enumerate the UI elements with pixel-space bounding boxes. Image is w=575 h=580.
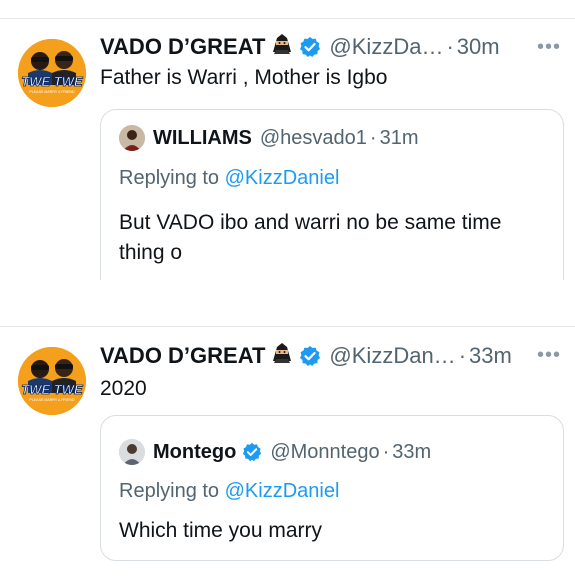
quoted-avatar[interactable]	[119, 125, 145, 151]
quoted-tweet[interactable]: WILLIAMS @hesvado1 · 31m Replying to @Ki…	[100, 109, 564, 280]
tweet-2[interactable]: TWE TWE PLEASE MARRY A FRIEND VADO D’GRE…	[0, 327, 575, 580]
replying-mention-link[interactable]: @KizzDaniel	[225, 167, 340, 189]
tweet-timestamp[interactable]: 33m	[469, 343, 512, 369]
tweet-timestamp[interactable]: 30m	[457, 34, 500, 60]
avatar[interactable]: TWE TWE PLEASE MARRY A FRIEND	[18, 347, 86, 415]
replying-to: Replying to @KizzDaniel	[119, 480, 339, 503]
ninja-emoji-icon	[271, 341, 293, 371]
quoted-header: WILLIAMS @hesvado1 · 31m	[119, 125, 419, 151]
replying-label: Replying to	[119, 167, 220, 189]
tweet-text: Father is Warri , Mother is Igbo	[100, 66, 388, 89]
separator-dot: ·	[382, 440, 390, 463]
replying-to: Replying to @KizzDaniel	[119, 167, 339, 190]
verified-badge-icon	[242, 442, 262, 462]
tweet-text: 2020	[100, 377, 147, 400]
quoted-timestamp[interactable]: 33m	[392, 441, 431, 464]
quoted-timestamp[interactable]: 31m	[380, 127, 419, 150]
avatar[interactable]: TWE TWE PLEASE MARRY A FRIEND	[18, 39, 86, 107]
author-name[interactable]: VADO D’GREAT	[100, 34, 265, 60]
quoted-author-handle[interactable]: @Monntego	[270, 441, 379, 464]
avatar-logo-text: TWE TWE	[21, 382, 83, 397]
quoted-avatar[interactable]	[119, 439, 145, 465]
quoted-author-handle[interactable]: @hesvado1	[260, 127, 367, 150]
author-handle[interactable]: @KizzDa…	[329, 34, 443, 60]
quoted-header: Montego @Monntego · 33m	[119, 439, 431, 465]
quoted-text: Which time you marry	[119, 519, 323, 542]
avatar-logo-text: TWE TWE	[21, 74, 83, 89]
tweet-1[interactable]: TWE TWE PLEASE MARRY A FRIEND VADO D’GRE…	[0, 19, 575, 280]
avatar-logo-subtext: PLEASE MARRY A FRIEND	[29, 90, 75, 94]
more-options-icon[interactable]: •••	[537, 36, 561, 59]
quoted-author-name[interactable]: WILLIAMS	[153, 127, 252, 150]
separator-dot: ·	[369, 126, 377, 149]
author-handle[interactable]: @KizzDan…	[329, 343, 455, 369]
tweet-header: VADO D’GREAT @KizzDa… · 30m	[100, 32, 563, 62]
avatar-logo-subtext: PLEASE MARRY A FRIEND	[29, 398, 75, 402]
author-name[interactable]: VADO D’GREAT	[100, 343, 265, 369]
replying-label: Replying to	[119, 480, 220, 502]
more-options-icon[interactable]: •••	[537, 344, 561, 367]
quoted-tweet[interactable]: Montego @Monntego · 33m Replying to @Kiz…	[100, 415, 564, 561]
separator-dot: ·	[446, 34, 454, 59]
separator-dot: ·	[458, 343, 467, 368]
verified-badge-icon	[299, 36, 321, 58]
quoted-author-name[interactable]: Montego	[153, 441, 236, 464]
quoted-text: But VADO ibo and warri no be same time t…	[119, 211, 502, 264]
tweet-header: VADO D’GREAT @KizzDan… · 33m	[100, 341, 563, 371]
verified-badge-icon	[299, 345, 321, 367]
replying-mention-link[interactable]: @KizzDaniel	[225, 480, 340, 502]
ninja-emoji-icon	[271, 32, 293, 62]
